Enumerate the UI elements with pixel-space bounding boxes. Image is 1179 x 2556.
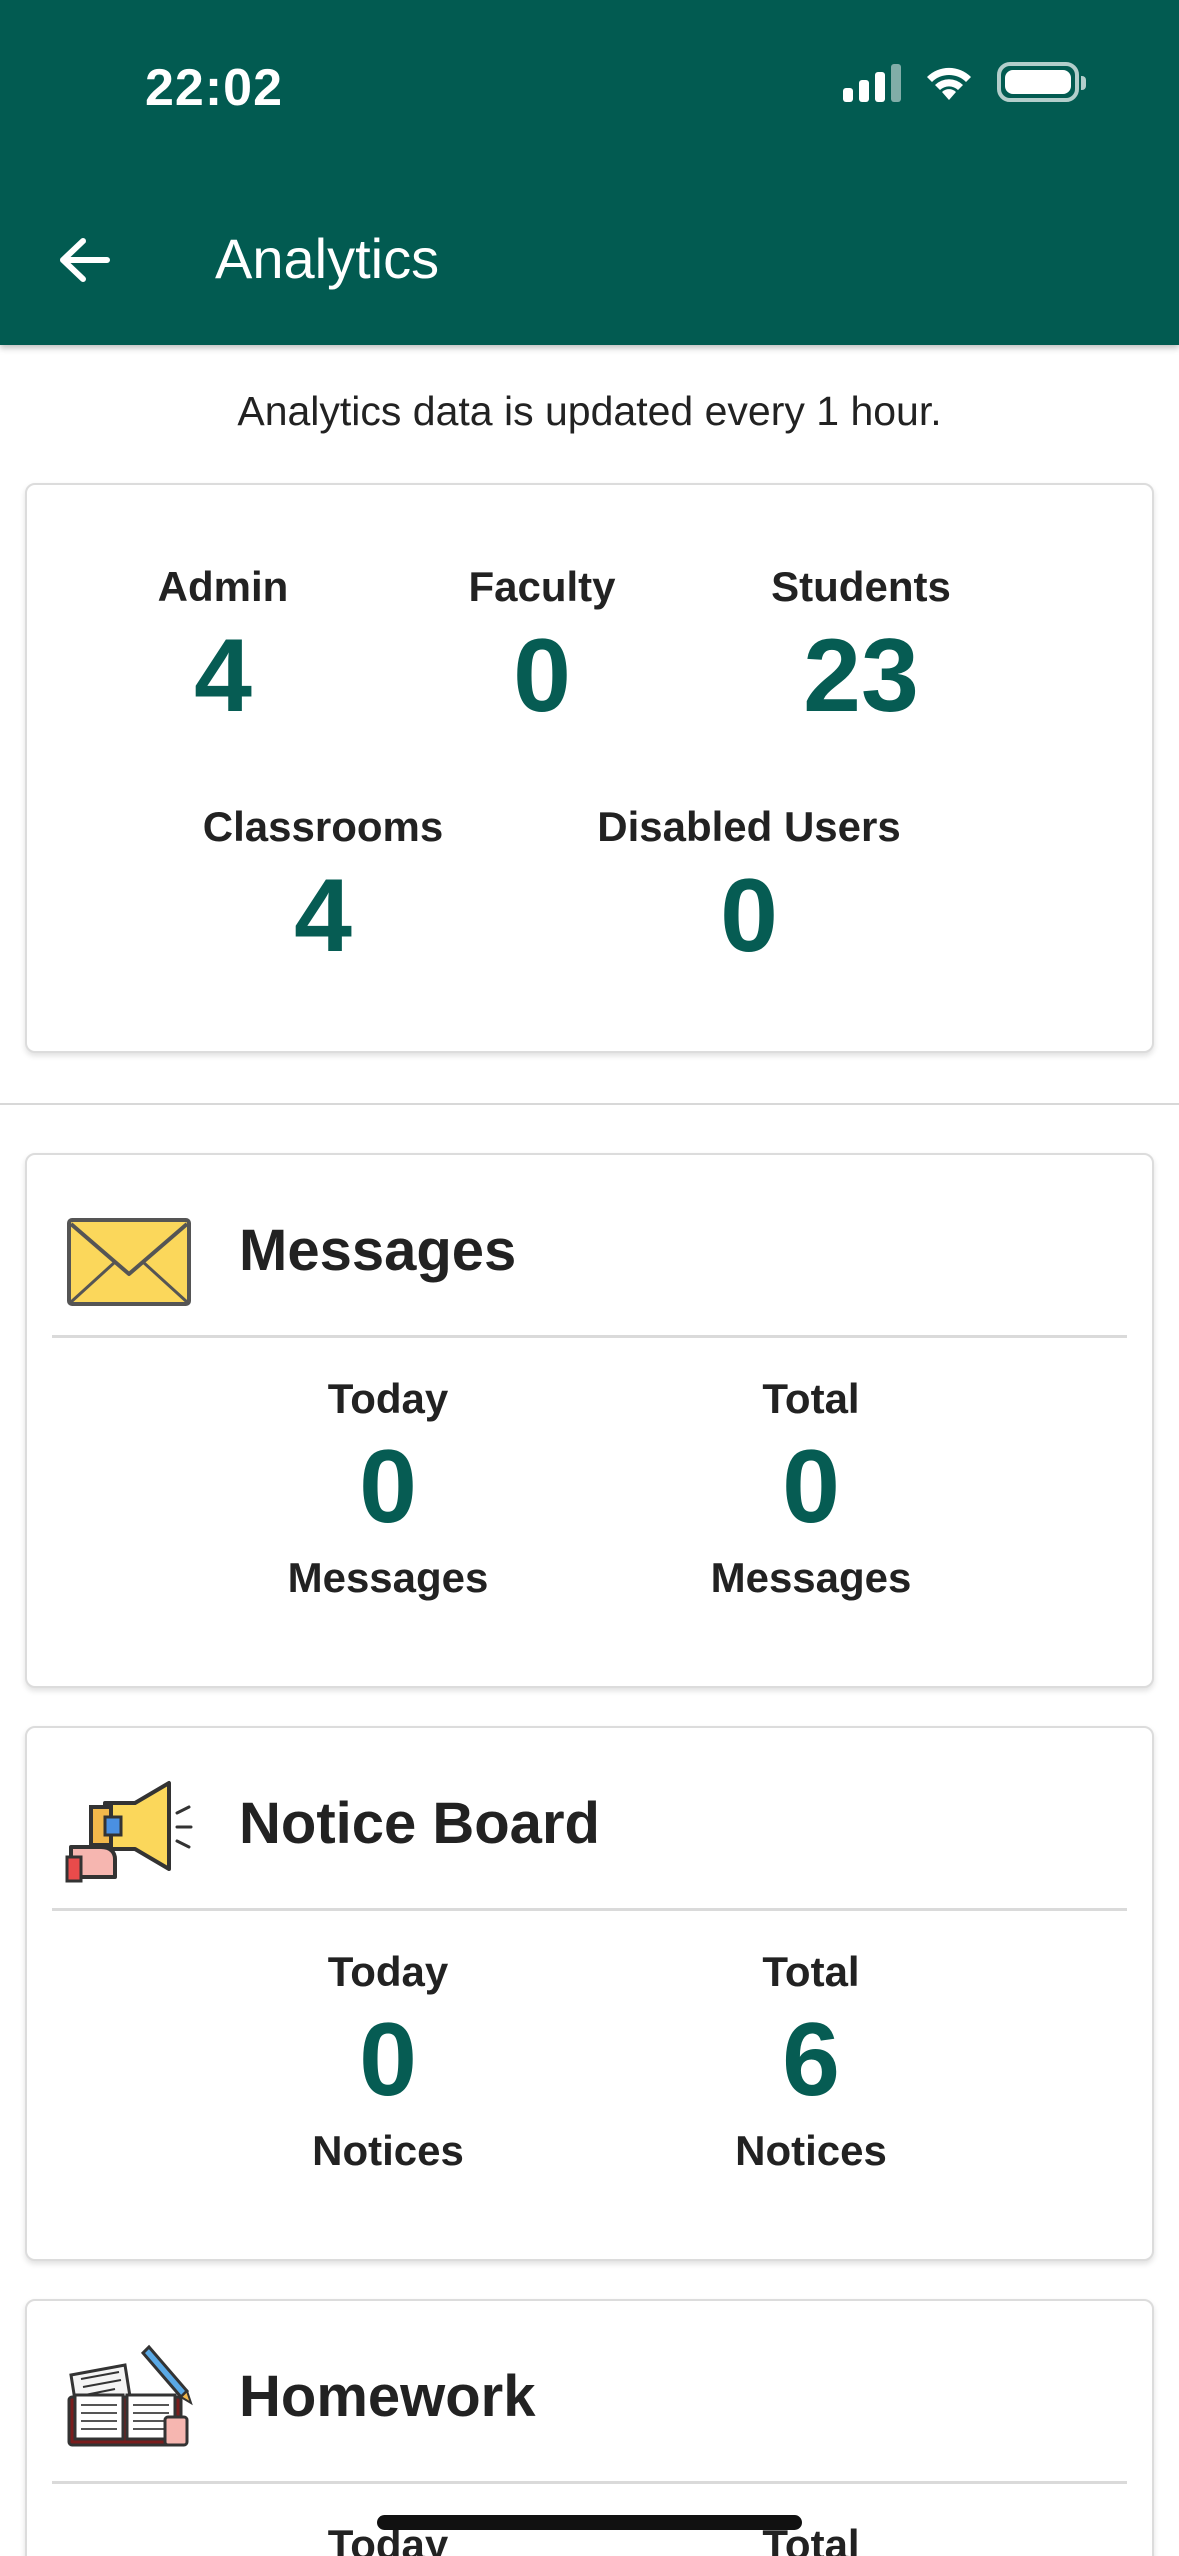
- messages-total-count: 0: [782, 1429, 840, 1545]
- back-arrow-icon: [60, 238, 110, 282]
- app-header: 22:02 Analytics: [0, 0, 1179, 345]
- messages-card[interactable]: Messages Today 0 Messages Total 0 Messag…: [25, 1153, 1154, 1688]
- disabled-users-label: Disabled Users: [597, 803, 901, 850]
- disabled-users-count: 0: [720, 858, 778, 974]
- home-indicator[interactable]: [377, 2515, 802, 2530]
- messages-total-label: Total: [762, 1375, 860, 1422]
- notices-today-count: 0: [359, 2002, 417, 2118]
- page-title: Analytics: [215, 227, 440, 290]
- admin-count: 4: [194, 618, 252, 734]
- messages-total: Total 0 Messages: [651, 1375, 971, 1602]
- disabled-users-stat: Disabled Users 0: [559, 803, 939, 973]
- notice-board-card[interactable]: Notice Board Today 0 Notices Total 6 Not…: [25, 1726, 1154, 2261]
- battery-icon: [997, 62, 1086, 102]
- messages-today-unit: Messages: [287, 1554, 489, 1602]
- megaphone-icon: [65, 1781, 193, 1883]
- homework-book-icon: [67, 2344, 193, 2447]
- notices-today: Today 0 Notices: [228, 1948, 548, 2175]
- homework-header: Homework: [27, 2301, 1152, 2484]
- students-count: 23: [803, 618, 919, 734]
- envelope-icon: [67, 1218, 191, 1306]
- messages-today-label: Today: [327, 1375, 449, 1422]
- notice-board-rule: [52, 1908, 1127, 1911]
- notices-total-label: Total: [762, 1948, 860, 1995]
- messages-header: Messages: [27, 1155, 1152, 1338]
- admin-label: Admin: [157, 563, 289, 610]
- homework-title: Homework: [239, 2364, 536, 2429]
- admin-stat: Admin 4: [73, 563, 373, 733]
- back-button[interactable]: [50, 225, 120, 295]
- status-time: 22:02: [145, 59, 283, 117]
- messages-rule: [52, 1335, 1127, 1338]
- notice-board-title: Notice Board: [239, 1791, 600, 1856]
- classrooms-label: Classrooms: [202, 803, 444, 850]
- students-stat: Students 23: [711, 563, 1011, 733]
- notices-today-unit: Notices: [312, 2127, 464, 2175]
- wifi-icon: [927, 67, 971, 100]
- classrooms-stat: Classrooms 4: [173, 803, 473, 973]
- section-divider: [0, 1103, 1179, 1105]
- notices-total: Total 6 Notices: [651, 1948, 971, 2175]
- notices-total-unit: Notices: [735, 2127, 887, 2175]
- faculty-stat: Faculty 0: [392, 563, 692, 733]
- classrooms-count: 4: [294, 858, 352, 974]
- notices-total-count: 6: [782, 2002, 840, 2118]
- notice-board-header: Notice Board: [27, 1728, 1152, 1911]
- messages-today-count: 0: [359, 1429, 417, 1545]
- cellular-signal-icon: [843, 62, 901, 102]
- faculty-label: Faculty: [468, 563, 616, 610]
- status-icons: [843, 62, 1086, 102]
- notices-today-label: Today: [327, 1948, 449, 1995]
- messages-today: Today 0 Messages: [228, 1375, 548, 1602]
- students-label: Students: [771, 563, 951, 610]
- messages-title: Messages: [239, 1218, 517, 1283]
- homework-rule: [52, 2481, 1127, 2484]
- messages-total-unit: Messages: [710, 1554, 912, 1602]
- faculty-count: 0: [513, 618, 571, 734]
- update-info-text: Analytics data is updated every 1 hour.: [237, 388, 942, 434]
- summary-card: Admin 4 Faculty 0 Students 23 Classrooms…: [25, 483, 1154, 1053]
